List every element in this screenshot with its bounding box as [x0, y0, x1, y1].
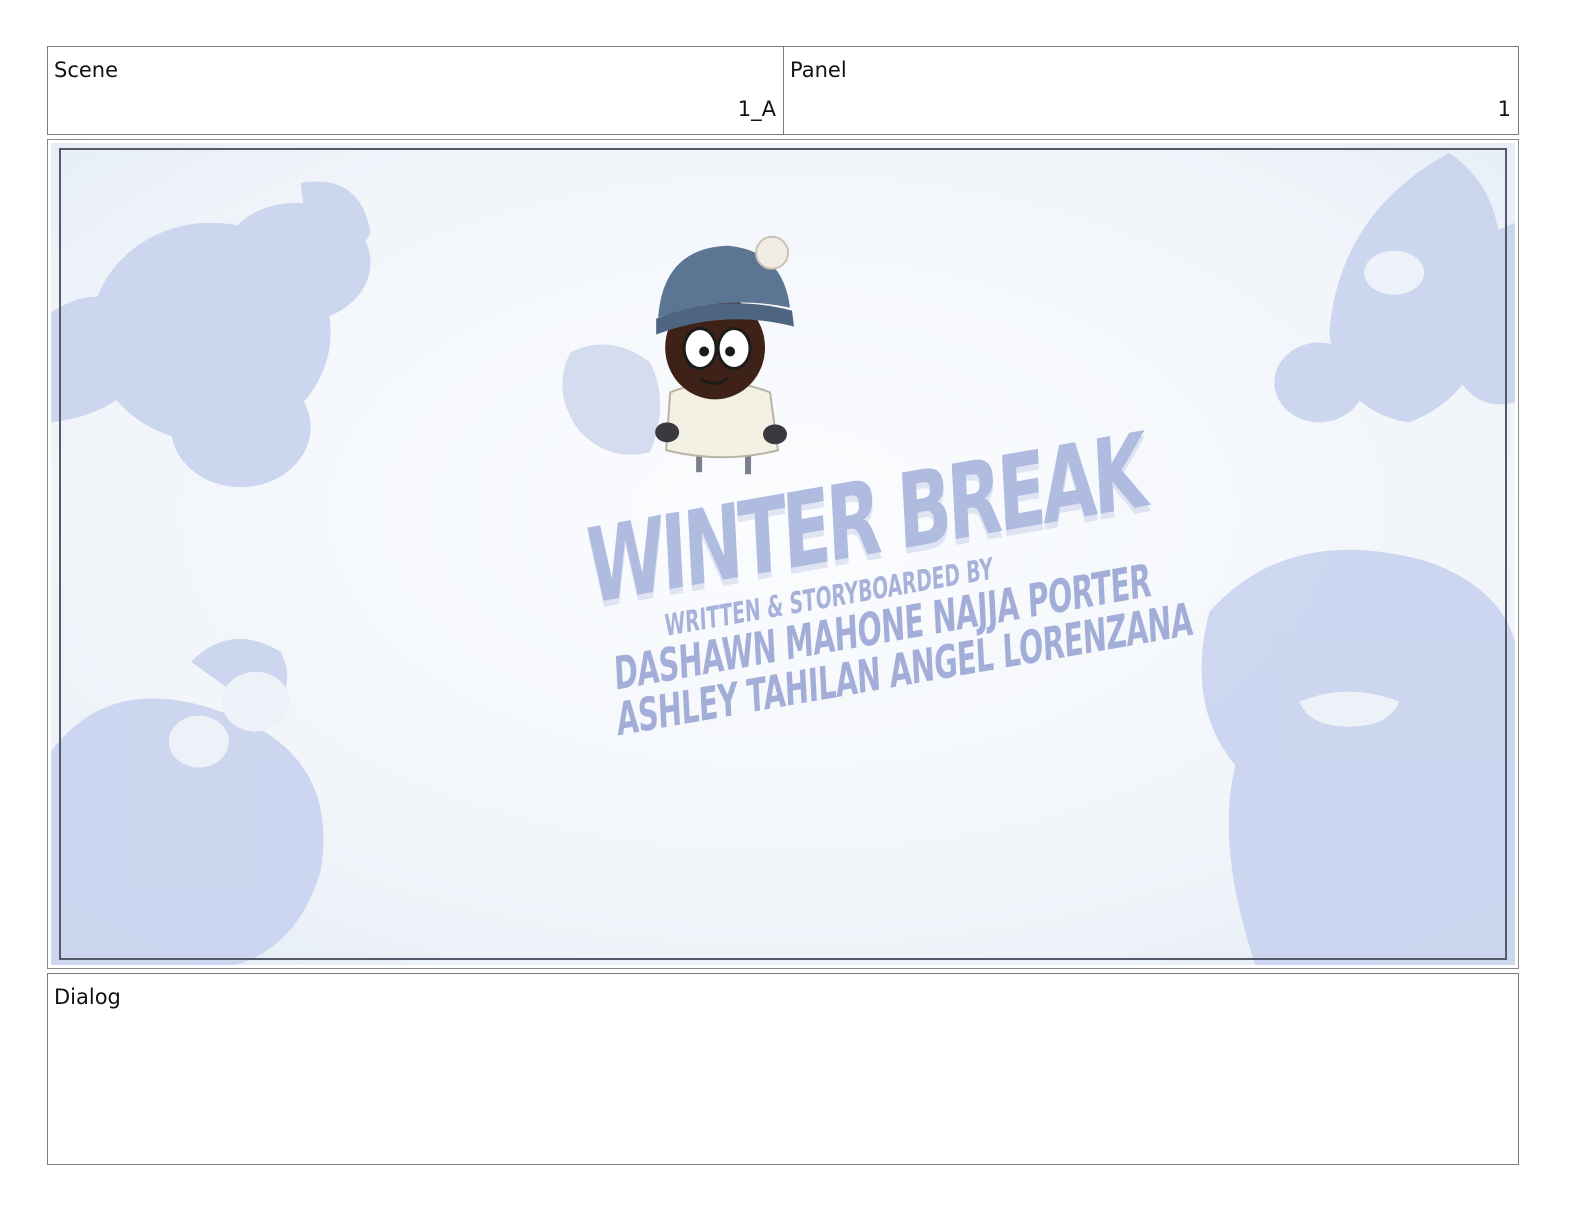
- scene-value: 1_A: [737, 97, 776, 121]
- frame-image: WINTER BREAK WRITTEN & STORYBOARDED BY D…: [51, 143, 1515, 965]
- character-shadow-bottom-right: [1201, 549, 1515, 965]
- dialog-box: Dialog: [47, 973, 1519, 1165]
- panel-label: Panel: [790, 58, 847, 82]
- scene-cell: Scene 1_A: [48, 47, 784, 134]
- scene-label: Scene: [54, 58, 119, 82]
- storyboard-frame: WINTER BREAK WRITTEN & STORYBOARDED BY D…: [47, 139, 1519, 969]
- dialog-label: Dialog: [54, 985, 121, 1009]
- panel-header: Scene 1_A Panel 1: [47, 46, 1519, 135]
- panel-value: 1: [1497, 97, 1511, 121]
- panel-cell: Panel 1: [784, 47, 1518, 134]
